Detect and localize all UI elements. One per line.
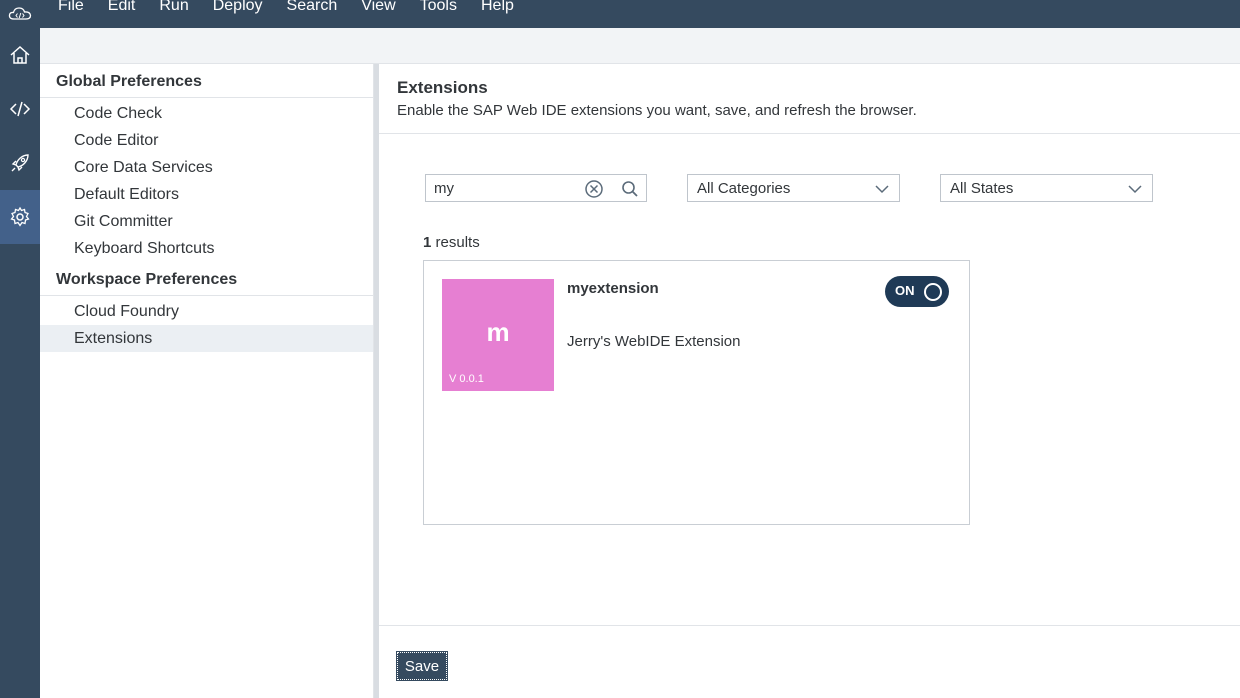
category-select[interactable]: All Categories [687,174,900,202]
menu-help[interactable]: Help [469,0,526,24]
extension-enable-toggle[interactable]: ON [885,276,949,307]
state-select-value: All States [950,180,1014,197]
menu-edit[interactable]: Edit [96,0,148,24]
menu-view[interactable]: View [349,0,407,24]
panel-footer: Save [379,625,1240,698]
nav-item-default-editors[interactable]: Default Editors [40,181,373,208]
toggle-label: ON [895,283,915,298]
search-icon[interactable] [620,179,640,199]
chevron-down-icon [875,185,889,194]
extension-description: Jerry's WebIDE Extension [567,333,741,350]
activity-bar [0,28,40,698]
nav-item-core-data-services[interactable]: Core Data Services [40,154,373,181]
nav-item-code-check[interactable]: Code Check [40,100,373,127]
sap-web-ide-logo-icon [0,0,40,28]
preferences-button[interactable] [0,190,40,244]
menu-search[interactable]: Search [275,0,350,24]
gear-icon [10,206,30,227]
preferences-nav: Global Preferences Code Check Code Edito… [40,64,374,698]
extension-card: m V 0.0.1 myextension Jerry's WebIDE Ext… [423,260,970,525]
page-title: Extensions [397,78,488,97]
workspace-preferences-title: Workspace Preferences [40,262,373,296]
perspective-header [40,28,1240,64]
extension-tile-letter: m [486,317,510,347]
search-input-value[interactable]: my [434,180,454,197]
code-icon [9,101,31,117]
workspace-preferences-list: Cloud Foundry Extensions [40,296,373,352]
home-icon [10,45,30,64]
results-count: 1 results [423,234,480,251]
global-preferences-list: Code Check Code Editor Core Data Service… [40,98,373,262]
panel-header: Extensions Enable the SAP Web IDE extens… [379,64,1240,134]
rocket-icon [11,154,29,172]
extensions-panel: Extensions Enable the SAP Web IDE extens… [379,64,1240,698]
menu-bar: File Edit Run Deploy Search View Tools H… [0,0,1240,28]
nav-item-code-editor[interactable]: Code Editor [40,127,373,154]
global-preferences-title: Global Preferences [40,64,373,98]
save-button[interactable]: Save [396,651,448,681]
nav-item-cloud-foundry[interactable]: Cloud Foundry [40,298,373,325]
search-input[interactable]: my [425,174,647,202]
extension-name: myextension [567,280,659,297]
menu-deploy[interactable]: Deploy [201,0,275,24]
extension-version: V 0.0.1 [449,373,484,385]
toggle-knob [924,283,942,301]
chevron-down-icon [1128,185,1142,194]
menu-tools[interactable]: Tools [408,0,469,24]
state-select[interactable]: All States [940,174,1153,202]
home-button[interactable] [0,28,40,82]
category-select-value: All Categories [697,180,791,197]
menu-run[interactable]: Run [147,0,200,24]
results-label: results [435,234,480,251]
clear-icon[interactable] [584,179,604,199]
nav-item-keyboard-shortcuts[interactable]: Keyboard Shortcuts [40,235,373,262]
page-description: Enable the SAP Web IDE extensions you wa… [397,102,917,119]
results-number: 1 [423,234,432,251]
deploy-button[interactable] [0,136,40,190]
filter-bar: my All Categories All States [425,174,1155,202]
nav-item-git-committer[interactable]: Git Committer [40,208,373,235]
menu-file[interactable]: File [40,0,96,24]
extension-tile: m V 0.0.1 [442,279,554,391]
nav-item-extensions[interactable]: Extensions [40,325,373,352]
development-button[interactable] [0,82,40,136]
